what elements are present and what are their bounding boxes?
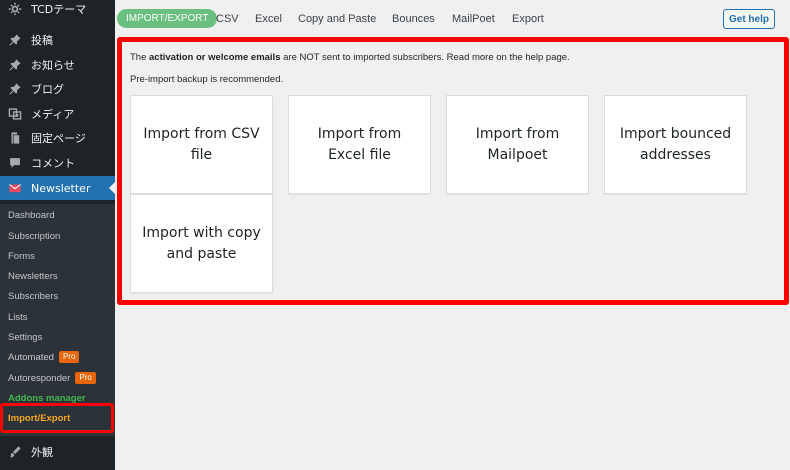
tab-excel[interactable]: Excel [255, 9, 282, 28]
menu-item-posts[interactable]: 投稿 [0, 28, 115, 52]
media-icon [5, 104, 25, 124]
submenu-automated[interactable]: Automated Pro [8, 350, 80, 364]
tab-bar: IMPORT/EXPORT CSV Excel Copy and Paste B… [115, 0, 790, 36]
menu-label: 固定ページ [31, 132, 86, 145]
import-copy-paste-card[interactable]: Import with copy and paste [130, 194, 273, 293]
tab-label: Export [512, 12, 544, 25]
submenu-label: Lists [8, 311, 28, 323]
menu-label: コメント [31, 157, 75, 170]
import-csv-card[interactable]: Import from CSV file [130, 95, 273, 194]
menu-item-pages[interactable]: 固定ページ [0, 126, 115, 150]
submenu-label: Subscribers [8, 290, 59, 302]
submenu-settings[interactable]: Settings [8, 330, 42, 344]
tab-bounces[interactable]: Bounces [392, 9, 435, 28]
submenu-subscribers[interactable]: Subscribers [8, 289, 58, 303]
menu-label: Newsletter [31, 181, 91, 195]
tab-label: CSV [216, 12, 239, 25]
newsletter-icon [5, 178, 25, 198]
pin-icon [5, 55, 25, 75]
submenu-label: Forms [8, 250, 35, 262]
notice-bold: activation or welcome emails [149, 52, 281, 63]
submenu-dashboard[interactable]: Dashboard [8, 208, 54, 222]
submenu-forms[interactable]: Forms [8, 249, 35, 263]
submenu-label: Subscription [8, 230, 61, 242]
submenu-label: Newsletters [8, 270, 58, 282]
menu-label: 外観 [31, 446, 53, 459]
brush-icon [5, 442, 25, 462]
menu-item-blog[interactable]: ブログ [0, 77, 115, 101]
submenu-newsletters[interactable]: Newsletters [8, 269, 58, 283]
submenu-label: Settings [8, 331, 43, 343]
import-excel-card[interactable]: Import from Excel file [288, 95, 431, 194]
submenu-subscription[interactable]: Subscription [8, 229, 60, 243]
tab-label: MailPoet [452, 12, 495, 25]
menu-item-tcd-theme[interactable]: TCDテーマ [0, 0, 115, 21]
tab-copy-paste[interactable]: Copy and Paste [298, 9, 376, 28]
submenu-label: Automated [8, 351, 54, 363]
tab-label: Copy and Paste [298, 12, 377, 25]
gear-icon [5, 0, 25, 19]
pin-icon [5, 79, 25, 99]
notice-text: The [130, 52, 150, 63]
menu-item-news[interactable]: お知らせ [0, 53, 115, 77]
menu-item-media[interactable]: メディア [0, 102, 115, 126]
comment-icon [5, 153, 25, 173]
submenu-autoresponder[interactable]: Autoresponder Pro [8, 371, 96, 385]
tab-mailpoet[interactable]: MailPoet [452, 9, 495, 28]
sidebar-highlight-box [0, 403, 114, 433]
menu-label: メディア [31, 108, 75, 121]
submenu-label: Autoresponder [8, 372, 71, 384]
tab-label: IMPORT/EXPORT [126, 13, 209, 24]
menu-item-newsletter[interactable]: Newsletter [0, 176, 115, 200]
import-mailpoet-card[interactable]: Import from Mailpoet [446, 95, 589, 194]
email-notice: The activation or welcome emails are NOT… [130, 52, 570, 63]
menu-label: 投稿 [31, 34, 53, 47]
newsletter-submenu: Dashboard Subscription Forms Newsletters… [0, 204, 115, 436]
tab-export[interactable]: Export [512, 9, 544, 28]
menu-item-comments[interactable]: コメント [0, 151, 115, 175]
admin-sidebar: TCDテーマ 投稿 お知らせ ブログ メディア 固定ページ コメント Newsl… [0, 0, 115, 470]
tab-label: Excel [255, 12, 282, 25]
get-help-button[interactable]: Get help [722, 9, 775, 29]
pin-icon [5, 30, 25, 50]
notice-text: are NOT sent to imported subscribers. Re… [280, 52, 570, 63]
backup-notice: Pre-import backup is recommended. [130, 74, 284, 85]
menu-label: TCDテーマ [31, 3, 87, 16]
import-bounced-card[interactable]: Import bounced addresses [604, 95, 747, 194]
submenu-lists[interactable]: Lists [8, 310, 28, 324]
pro-badge: Pro [75, 372, 96, 384]
menu-label: お知らせ [31, 59, 75, 72]
menu-item-appearance[interactable]: 外観 [0, 440, 115, 464]
menu-label: ブログ [31, 83, 64, 96]
submenu-label: Addons manager [8, 392, 86, 404]
tab-import-export[interactable]: IMPORT/EXPORT [117, 9, 218, 28]
page-icon [5, 128, 25, 148]
submenu-label: Dashboard [8, 209, 55, 221]
import-panel-highlight: The activation or welcome emails are NOT… [117, 37, 789, 305]
current-menu-arrow [109, 182, 115, 194]
pro-badge: Pro [58, 351, 80, 363]
tab-label: Bounces [392, 12, 435, 25]
tab-csv[interactable]: CSV [216, 9, 239, 28]
